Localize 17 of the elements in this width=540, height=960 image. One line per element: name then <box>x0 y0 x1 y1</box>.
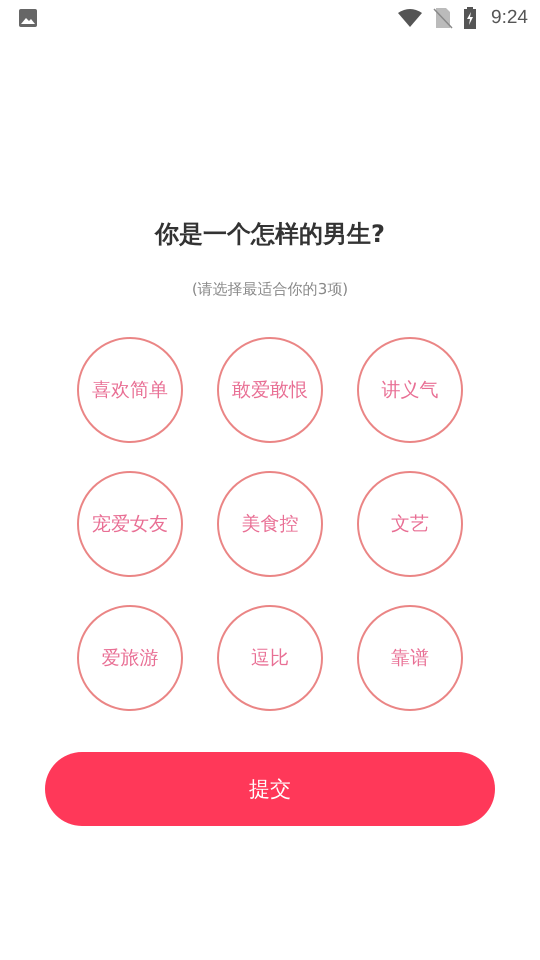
option-button[interactable]: 喜欢简单 <box>77 337 183 443</box>
question-title: 你是一个怎样的男生? <box>153 219 386 250</box>
no-sim-icon <box>433 7 454 29</box>
submit-button[interactable]: 提交 <box>45 752 495 826</box>
wifi-icon <box>397 8 424 28</box>
clock-time: 9:24 <box>491 7 528 29</box>
question-hint: (请选择最适合你的3项) <box>190 280 350 299</box>
option-button[interactable]: 讲义气 <box>357 337 463 443</box>
battery-charging-icon <box>463 7 478 29</box>
option-button[interactable]: 宠爱女友 <box>77 471 183 577</box>
option-button[interactable]: 美食控 <box>217 471 323 577</box>
option-button[interactable]: 文艺 <box>357 471 463 577</box>
option-button[interactable]: 敢爱敢恨 <box>217 337 323 443</box>
option-button[interactable]: 靠谱 <box>357 605 463 711</box>
option-button[interactable]: 爱旅游 <box>77 605 183 711</box>
image-icon <box>18 8 38 28</box>
option-button[interactable]: 逗比 <box>217 605 323 711</box>
